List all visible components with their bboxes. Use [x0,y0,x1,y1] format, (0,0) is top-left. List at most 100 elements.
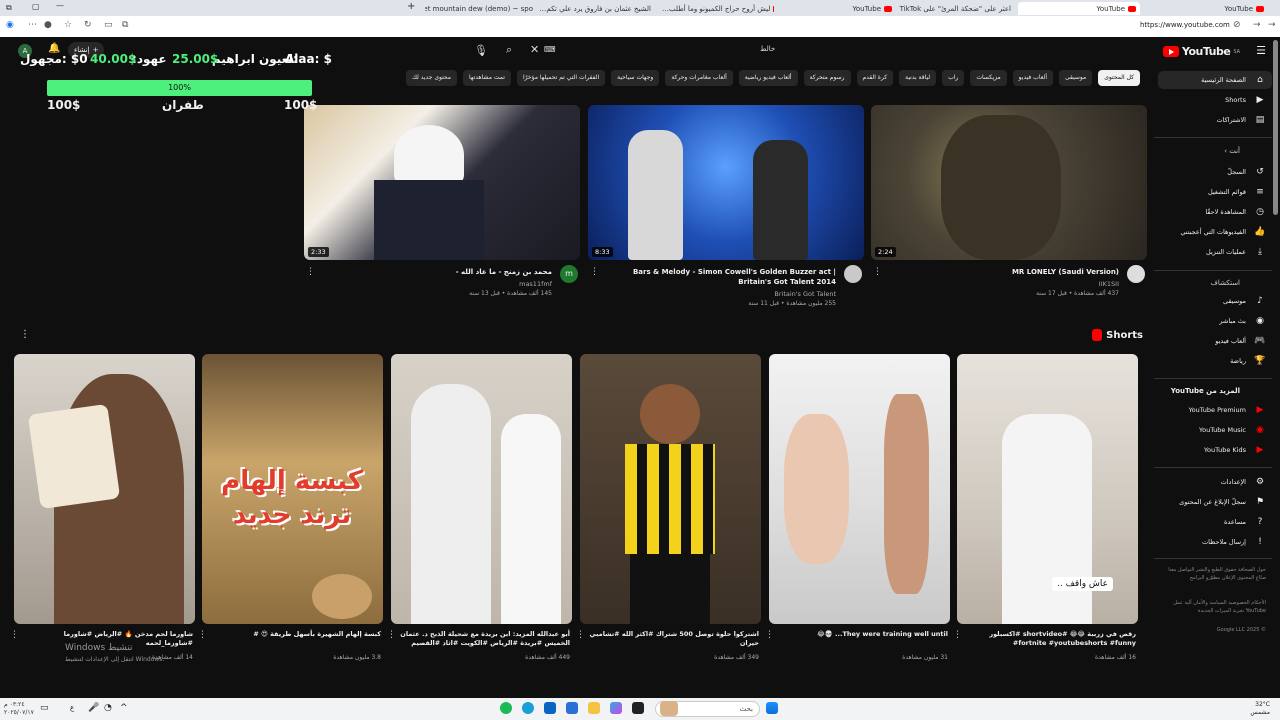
sidebar-item-gaming[interactable]: 🎮 ألعاب فيديو [1215,336,1266,346]
short-card[interactable]: كبسة إلهام ترند جديد كبسة إلهام الشهيرة … [198,354,383,661]
video-title[interactable]: محمد بن زمنج - ما عاد الله - [322,267,552,277]
sidebar-item-home[interactable]: ⌂ الصفحة الرئيسية [1201,75,1266,85]
sidebar-item-feedback[interactable]: ! إرسال ملاحظات [1202,537,1266,547]
more-icon[interactable]: ⋯ [28,20,37,30]
sidebar-item-help[interactable]: ? مساعدة [1224,517,1266,527]
video-thumbnail[interactable]: 2:33 [304,105,580,260]
more-options-icon[interactable]: ⋮ [765,630,774,640]
sidebar-item-premium[interactable]: ▶ YouTube Premium [1189,405,1266,415]
chip-mixes[interactable]: مزيكسات [970,70,1007,86]
short-thumbnail[interactable] [391,354,572,624]
video-title[interactable]: MR LONELY (Saudi Version) [889,267,1119,277]
chip-recently-uploaded[interactable]: الفقرات التي تم تحميلها مؤخرًا [516,70,606,86]
tray-overflow-icon[interactable]: ^ [120,703,128,713]
sidebar-item-playlists[interactable]: ≡ قوائم التشغيل [1208,187,1266,197]
sidebar-you-header[interactable]: أنت › [1224,147,1240,155]
edge-icon[interactable]: ◉ [6,20,14,30]
terminal-icon[interactable] [632,702,644,714]
url-field[interactable]: https://www.youtube.com [1140,21,1230,29]
sidebar-item-history[interactable]: ↺ السجلّ [1227,167,1266,177]
chip-destinations[interactable]: وجهات سياحية [611,70,660,86]
sidebar-item-music-app[interactable]: ◉ YouTube Music [1199,425,1266,435]
more-options-icon[interactable]: ⋮ [953,630,962,640]
mic-icon[interactable]: 🎙 [474,44,488,57]
chip-all[interactable]: كل المحتوى [1098,70,1140,86]
more-options-icon[interactable]: ⋮ [873,267,882,277]
video-thumbnail[interactable]: 2:24 [871,105,1147,260]
widgets-icon[interactable] [660,701,678,716]
short-card[interactable]: أبو عبدالله المزيد: ابن بريدة مع شحيلة ا… [387,354,572,661]
chip-football[interactable]: كرة القدم [856,70,894,86]
chip-animation[interactable]: رسوم متحركة [803,70,851,86]
short-card[interactable]: They were training well until... 💀😂 31 م… [765,354,950,661]
video-channel[interactable]: mas11fmf [322,280,552,288]
more-options-icon[interactable]: ⋮ [306,267,315,277]
more-options-icon[interactable]: ⋮ [576,630,585,640]
video-card[interactable]: 2:24 MR LONELY (Saudi Version) IIK1SII 4… [871,105,1147,297]
more-options-icon[interactable]: ⋮ [387,630,396,640]
hamburger-menu-icon[interactable]: ☰ [1256,44,1266,57]
channel-avatar[interactable]: m [560,265,578,283]
forward-icon[interactable]: → [1268,20,1276,30]
profile-icon[interactable]: ● [44,20,52,30]
short-title[interactable]: كبسة إلهام الشهيرة بأسهل طريقة 😍 # [211,630,381,639]
short-thumbnail[interactable]: كبسة إلهام ترند جديد [202,354,383,624]
short-thumbnail[interactable]: عاش واقف .. [957,354,1138,624]
youtube-logo[interactable]: YouTube SA [1163,45,1240,58]
volume-icon[interactable]: 🎤 [88,703,99,713]
chip-video-games[interactable]: ألعاب فيديو [1012,70,1054,86]
more-options-icon[interactable]: ⋮ [198,630,207,640]
tab-spotify[interactable]: diet mountain dew (demo) ~ spo [425,2,540,15]
video-card[interactable]: 2:33 m محمد بن زمنج - ما عاد الله - mas1… [304,105,580,297]
sidebar-item-liked[interactable]: 👍 الفيديوهات التي أعجبتني [1180,227,1266,237]
sidebar-item-live[interactable]: ◉ بث مباشر [1219,316,1266,326]
store-icon[interactable] [566,702,578,714]
sidebar-item-subscriptions[interactable]: ▤ الاشتراكات [1216,115,1266,125]
video-title[interactable]: Bars & Melody - Simon Cowell's Golden Bu… [606,267,836,287]
back-icon[interactable]: → [1253,20,1261,30]
tab-tiktok[interactable]: اعثر على "ضحكة المرئ" على TikTok [896,2,1018,15]
refresh-icon[interactable]: ↻ [84,20,92,30]
channel-avatar[interactable] [844,265,862,283]
weather-widget[interactable]: 32°C مشمس [1250,701,1270,717]
short-title[interactable]: رقص في زرببة 😂😂 #shortvideo #اكسبلور for… [966,630,1136,648]
search-icon[interactable]: ⌕ [506,43,512,57]
tab-video-2[interactable]: ليش أروح حراج الكميونو وما أطلب… [658,2,778,15]
video-thumbnail[interactable]: 8:33 [588,105,864,260]
short-card[interactable]: شاورما لحم مدخن 🔥 #الرياض #شاورما #شاورم… [10,354,195,661]
copilot-icon[interactable] [610,702,622,714]
tracking-icon[interactable]: ⊘ [1233,20,1241,30]
minimize-icon[interactable]: — [56,1,64,10]
tab-video-1[interactable]: الشيخ عثمان بن فاروق يرد علي تكم… [540,2,658,15]
video-channel[interactable]: IIK1SII [889,280,1119,288]
chip-music[interactable]: موسيقى [1059,70,1093,86]
taskbar-clock[interactable]: ٠٣:٢٤ م ٢٠٢٥/٠٧/١٧ [4,701,34,717]
sidebar-item-report-history[interactable]: ⚑ سجلّ الإبلاغ عن المحتوى [1179,497,1266,507]
sidebar-item-shorts[interactable]: ▶ Shorts [1225,95,1266,105]
file-explorer-icon[interactable] [588,702,600,714]
chip-rap[interactable]: راب [942,70,965,86]
tab-youtube-3[interactable]: YouTube [1140,2,1268,15]
chip-watched[interactable]: تمت مشاهدتها [463,70,511,86]
page-scrollbar[interactable] [1273,40,1278,215]
window-menu-icon[interactable]: ⧉ [6,3,12,13]
sidebar-item-music[interactable]: ♪ موسيقى [1223,296,1266,306]
sidebar-item-watch-later[interactable]: ◷ المشاهدة لاحقًا [1205,207,1266,217]
video-card[interactable]: 8:33 Bars & Melody - Simon Cowell's Gold… [588,105,864,307]
short-thumbnail[interactable] [580,354,761,624]
language-indicator[interactable]: ع [70,704,74,712]
edge-icon[interactable] [522,702,534,714]
tab-youtube-active[interactable]: YouTube [1018,2,1140,15]
tab-youtube-1[interactable]: YouTube [778,2,896,15]
favorites-icon[interactable]: ☆ [64,20,72,30]
search-input[interactable]: خالط [760,45,775,53]
chip-adventure-games[interactable]: ألعاب مغامرات وحركة [665,70,733,86]
short-card[interactable]: عاش واقف .. رقص في زرببة 😂😂 #shortvideo … [953,354,1138,661]
spotify-icon[interactable] [500,702,512,714]
short-title[interactable]: They were training well until... 💀😂 [778,630,948,639]
notification-icon[interactable]: ▭ [40,703,49,713]
shorts-more-icon[interactable]: ⋮ [20,329,30,340]
sidebar-item-kids[interactable]: ▶ YouTube Kids [1204,445,1266,455]
start-icon[interactable] [766,702,778,714]
sidebar-item-settings[interactable]: ⚙ الإعدادات [1221,477,1266,487]
